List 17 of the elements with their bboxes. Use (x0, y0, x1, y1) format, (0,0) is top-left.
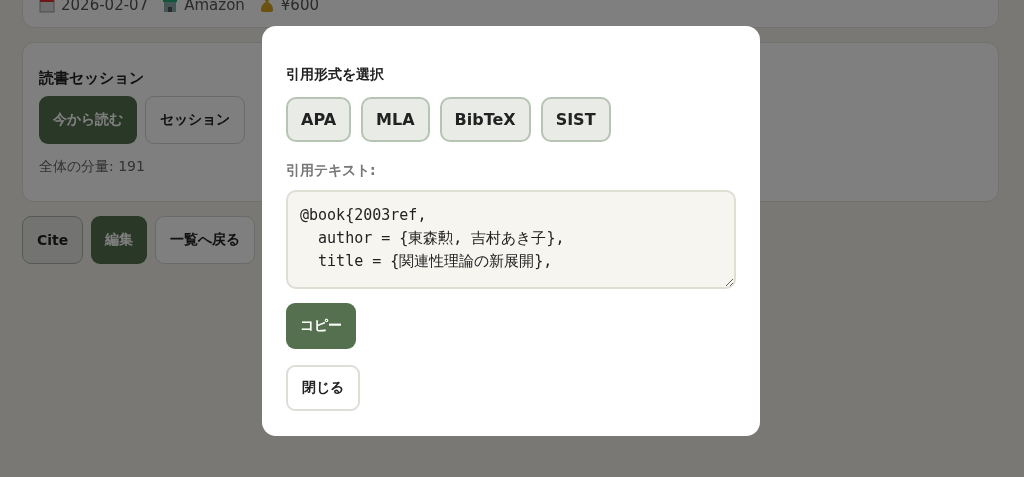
copy-button[interactable]: コピー (286, 303, 356, 349)
session-button[interactable]: セッション (145, 96, 245, 144)
citation-text-area[interactable]: @book{2003ref, author = {東森勲, 吉村あき子}, title = {関連性理論の新展開}, (286, 190, 736, 289)
action-button[interactable]: 一覧へ戻る (155, 216, 256, 264)
format-heading: 引用形式を選択 (286, 66, 384, 84)
action-button[interactable]: Cite (22, 216, 84, 264)
citation-label: 引用テキスト: (286, 162, 376, 180)
total-pages: 全体の分量: 191 (39, 158, 145, 176)
store-name: Amazon (184, 0, 245, 14)
format-button[interactable]: APA (286, 97, 352, 142)
format-button[interactable]: MLA (361, 97, 430, 142)
money-bag-icon (258, 0, 275, 13)
format-button[interactable]: SIST (540, 97, 611, 142)
format-button[interactable]: BibTeX (439, 97, 531, 142)
building-icon (162, 0, 179, 13)
close-button[interactable]: 閉じる (286, 365, 360, 411)
section-title: 読書セッション (39, 69, 144, 88)
